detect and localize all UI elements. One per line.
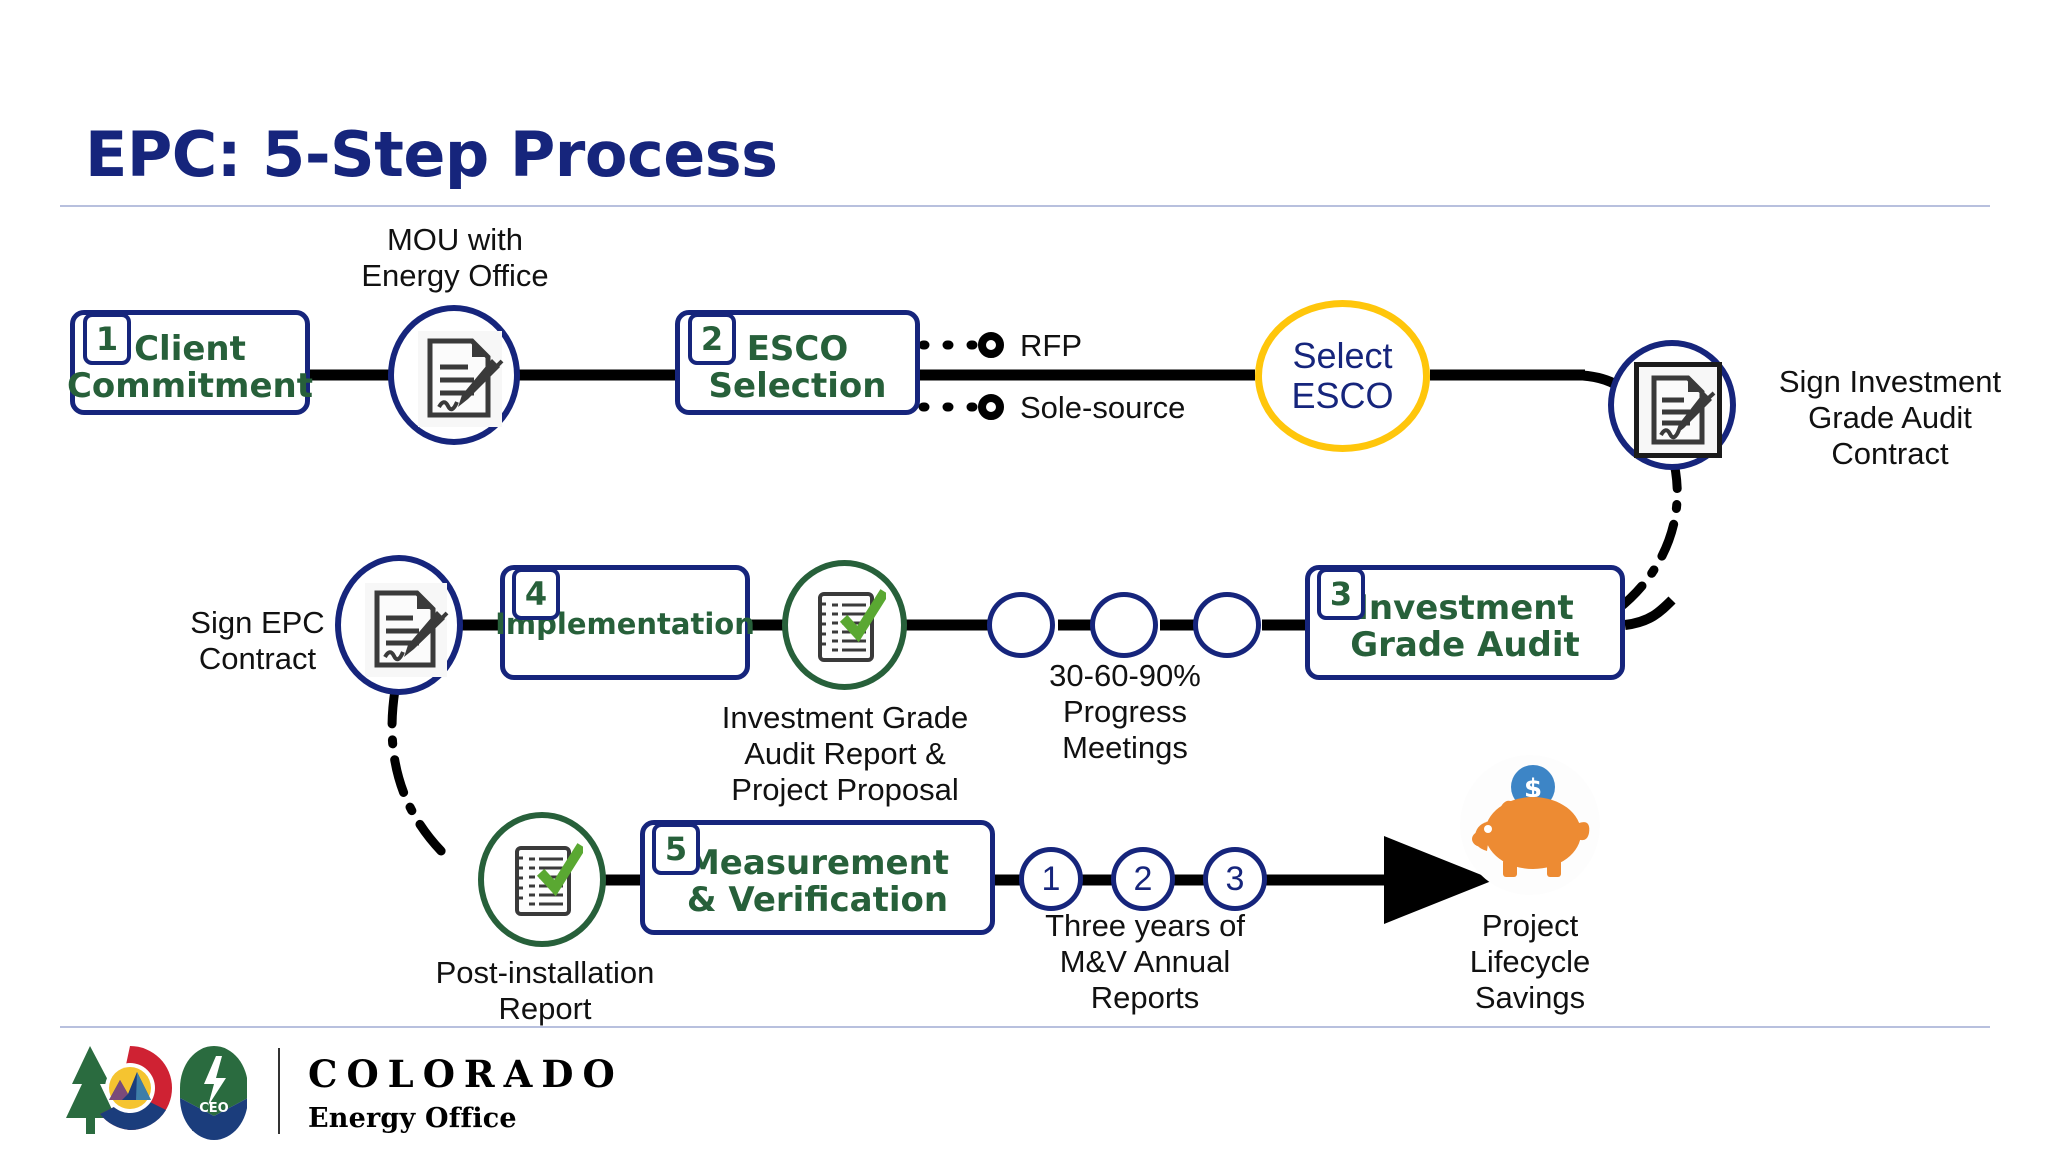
logo-divider — [278, 1048, 280, 1134]
progress-meeting-node-3 — [1193, 592, 1261, 658]
select-esco-node[interactable]: Select ESCO — [1255, 300, 1430, 452]
logo-energy-office-text: Energy Office — [308, 1103, 517, 1134]
signature-document-icon — [416, 329, 504, 434]
ceo-emblem-icon: CEO — [180, 1046, 248, 1140]
step-1-number: 1 — [83, 313, 131, 365]
caption-mv-annual-reports: Three years of M&V Annual Reports — [1045, 908, 1245, 1015]
post-install-report-node[interactable] — [478, 812, 606, 947]
mv-year-node-1: 1 — [1019, 847, 1083, 911]
step-3-number: 3 — [1317, 568, 1365, 620]
sign-epc-contract-node[interactable] — [335, 555, 463, 695]
caption-sign-iga-contract: Sign Investment Grade Audit Contract — [1778, 364, 2002, 471]
step-5-label: Measurement & Verification — [685, 842, 950, 920]
slide-canvas: EPC: 5-Step Process MOU with Energy Offi… — [0, 0, 2048, 1153]
caption-rfp: RFP — [1020, 328, 1082, 363]
svg-text:CEO: CEO — [199, 1101, 228, 1116]
connector-row2-to-row3 — [387, 685, 450, 860]
rfp-node — [978, 332, 1004, 358]
step-3-label: Investment Grade Audit — [1350, 587, 1580, 665]
step-4-number-text: 4 — [524, 575, 548, 613]
caption-sole-source: Sole-source — [1020, 390, 1186, 425]
colorado-c-icon — [100, 1046, 173, 1131]
step-2-number: 2 — [688, 313, 736, 365]
connector-step3-right-stub — [1624, 596, 1676, 630]
progress-meeting-node-1 — [987, 592, 1055, 658]
caption-project-savings: Project Lifecycle Savings — [1469, 908, 1591, 1015]
progress-meeting-node-2 — [1090, 592, 1158, 658]
mv-year-node-3: 3 — [1203, 847, 1267, 911]
colorado-state-logo: ™ CEO — [62, 1040, 248, 1140]
checklist-check-icon — [814, 588, 889, 671]
iga-report-node[interactable] — [782, 560, 907, 690]
caption-mou: MOU with Energy Office — [361, 222, 549, 293]
mou-signature-node[interactable] — [388, 305, 520, 445]
caption-iga-report: Investment Grade Audit Report & Project … — [721, 700, 969, 807]
step-2-number-text: 2 — [700, 320, 724, 358]
project-savings-node: $ — [1455, 755, 1605, 905]
signature-document-icon — [1633, 361, 1723, 463]
caption-sign-epc-contract: Sign EPC Contract — [190, 605, 325, 676]
step-5-number: 5 — [652, 823, 700, 875]
select-esco-label: Select ESCO — [1291, 334, 1394, 416]
signature-document-icon — [363, 581, 449, 684]
sole-source-node — [978, 394, 1004, 420]
step-3-number-text: 3 — [1329, 575, 1353, 613]
step-4-number: 4 — [512, 568, 560, 620]
caption-post-install-report: Post-installation Report — [435, 955, 655, 1026]
step-1-number-text: 1 — [95, 320, 119, 358]
mv-year-node-1-label: 1 — [1041, 859, 1061, 898]
mv-year-node-2-label: 2 — [1133, 859, 1153, 898]
checklist-check-icon — [511, 842, 586, 925]
step-5-number-text: 5 — [664, 830, 688, 868]
logo-colorado-text: COLORADO — [308, 1052, 624, 1096]
mv-year-node-3-label: 3 — [1225, 859, 1245, 898]
mv-year-node-2: 2 — [1111, 847, 1175, 911]
caption-progress-meetings: 30-60-90% Progress Meetings — [1049, 658, 1201, 765]
sign-iga-contract-node[interactable] — [1608, 340, 1736, 470]
